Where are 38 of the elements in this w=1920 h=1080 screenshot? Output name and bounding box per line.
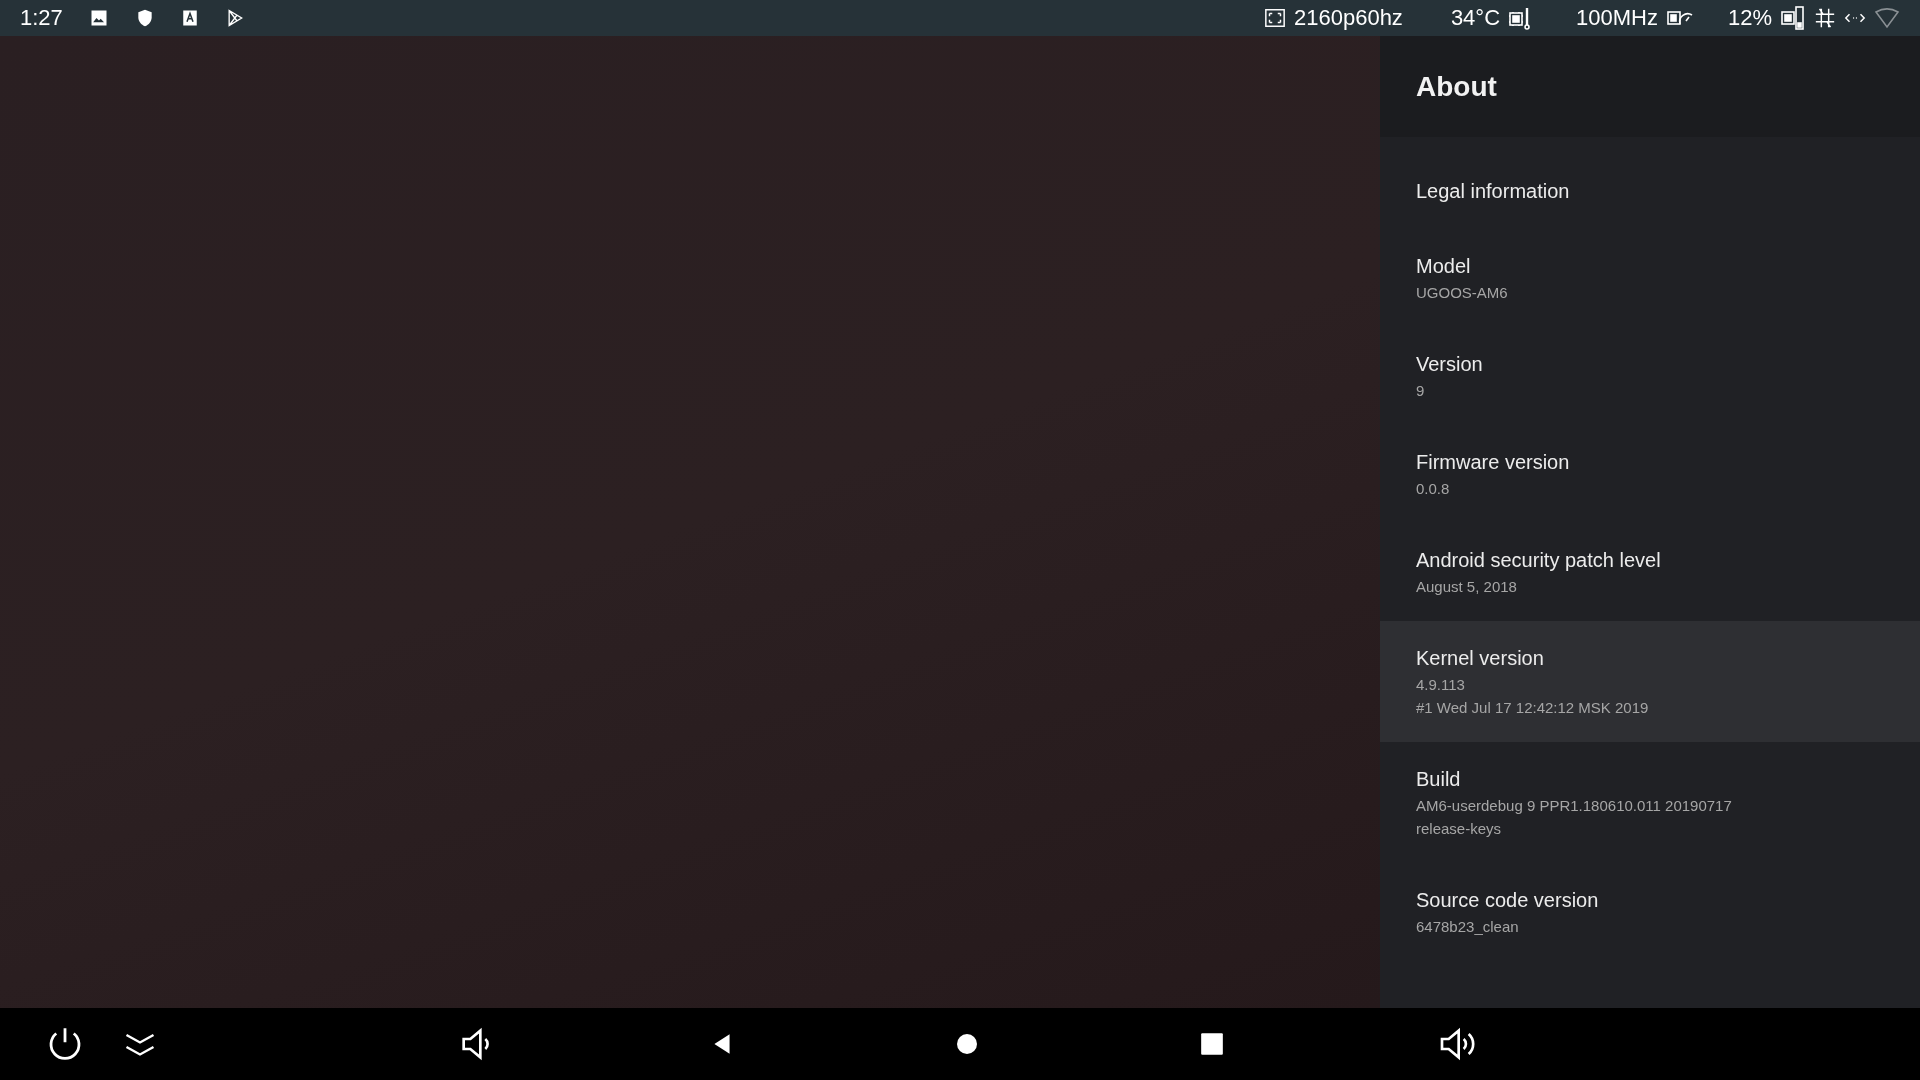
temperature-text: 34°C [1450, 5, 1501, 31]
recents-square-icon [1199, 1031, 1225, 1057]
item-title: Legal information [1416, 179, 1571, 204]
item-summary: #1 Wed Jul 17 12:42:12 MSK 2019 [1416, 698, 1650, 718]
settings-item[interactable]: Legal information [1380, 154, 1920, 229]
settings-item[interactable]: Version 9 [1380, 327, 1920, 425]
item-summary: AM6-userdebug 9 PPR1.180610.011 20190717 [1416, 796, 1733, 816]
settings-item[interactable]: Firmware version 0.0.8 [1380, 425, 1920, 523]
settings-item[interactable]: Android security patch level August 5, 2018 [1380, 523, 1920, 621]
item-summary: UGOOS-AM6 [1416, 283, 1509, 303]
letter-a-icon [180, 9, 199, 27]
screen-frame-icon [1264, 7, 1286, 29]
cpu-frequency-text: 100MHz [1576, 5, 1658, 31]
resolution-text: 2160p60hz [1294, 5, 1403, 31]
item-title: Firmware version [1416, 450, 1571, 475]
item-title: Version [1416, 352, 1484, 377]
item-title: Source code version [1416, 888, 1600, 913]
settings-item[interactable]: Model UGOOS-AM6 [1380, 229, 1920, 327]
item-title: Android security patch level [1416, 548, 1662, 573]
item-summary: release-keys [1416, 819, 1503, 839]
panel-title: About [1416, 70, 1497, 103]
item-summary: August 5, 2018 [1416, 577, 1518, 597]
settings-item[interactable]: Build AM6-userdebug 9 PPR1.180610.011 20190717 release-keys [1380, 742, 1920, 863]
settings-item[interactable]: Source code version 6478b23_clean [1380, 863, 1920, 961]
hash-icon [1814, 7, 1836, 29]
item-title: Model [1416, 254, 1472, 279]
item-summary: 9 [1416, 381, 1426, 401]
cpu-load-text: 12% [1727, 5, 1772, 31]
clock-time: 1:27 [20, 5, 63, 31]
chip-battery-icon [1780, 5, 1806, 31]
item-summary: 6478b23_clean [1416, 917, 1520, 937]
item-summary: 0.0.8 [1416, 479, 1451, 499]
settings-item[interactable]: Kernel version 4.9.113 #1 Wed Jul 17 12:42:12 MSK 2019 [1380, 621, 1920, 742]
item-title: Kernel version [1416, 646, 1545, 671]
home-circle-icon [955, 1032, 979, 1056]
item-summary: 4.9.113 [1416, 675, 1466, 695]
item-title: Build [1416, 767, 1462, 792]
wifi-outline-icon [1874, 7, 1900, 29]
